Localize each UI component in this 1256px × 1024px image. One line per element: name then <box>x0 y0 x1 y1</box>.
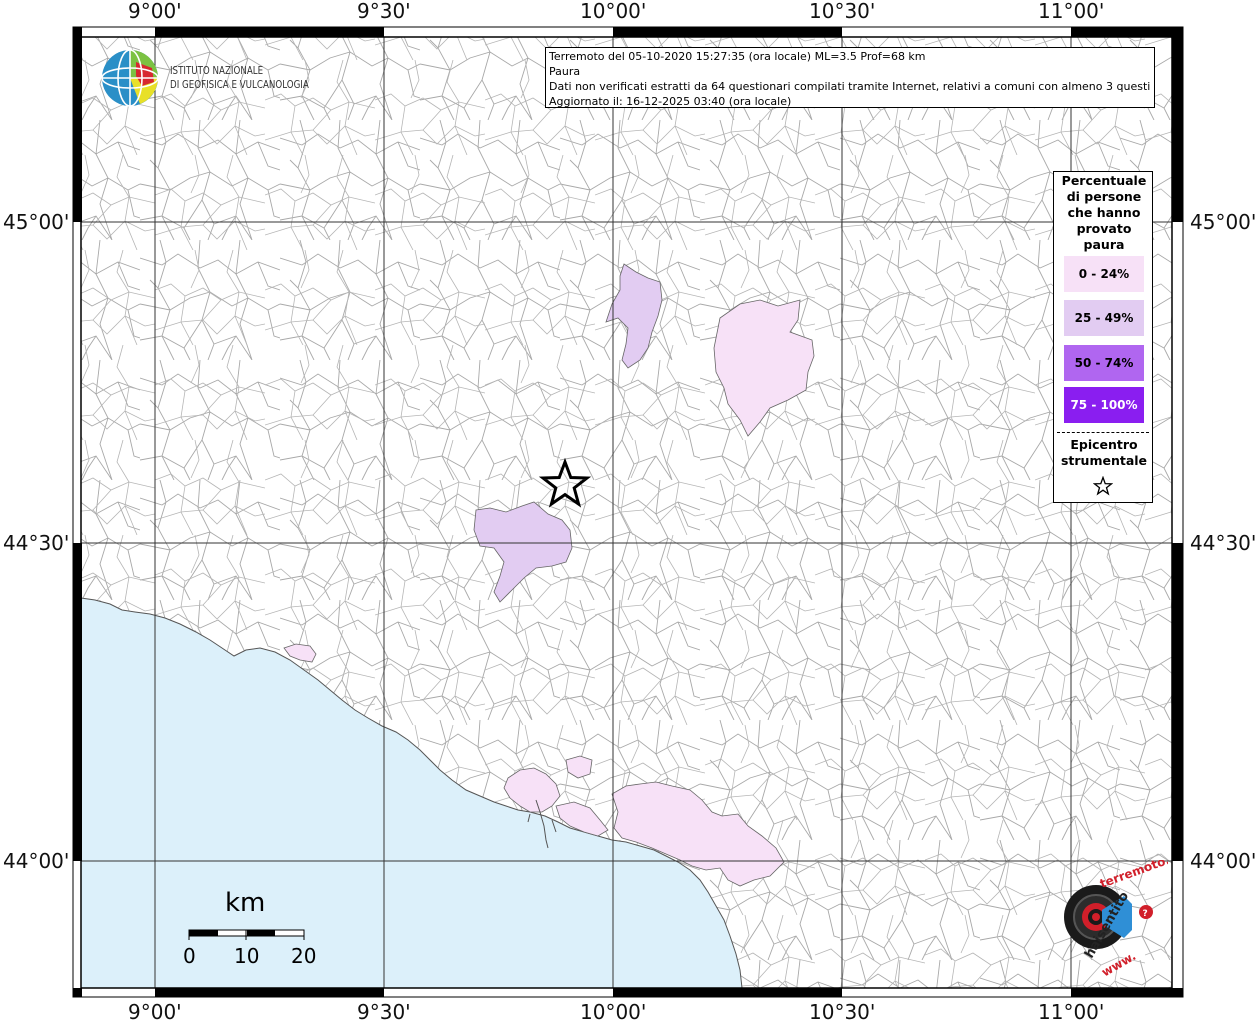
lat-label-left-1: 45°00' <box>3 210 70 234</box>
lat-label-left-3: 44°00' <box>3 849 70 873</box>
legend-title-line: provato <box>1076 221 1132 236</box>
lat-label-right-2: 44°30' <box>1190 531 1256 555</box>
ingv-logo: ISTITUTO NAZIONALE DI GEOFISICA E VULCAN… <box>100 48 330 108</box>
scale-tick-0: 0 <box>183 944 196 968</box>
svg-text:www.: www. <box>1099 949 1138 980</box>
update-timestamp: Aggiornato il: 16-12-2025 03:40 (ora loc… <box>549 95 792 108</box>
legend-title: Percentuale di persone che hanno provato… <box>1054 173 1154 253</box>
legend: Percentuale di persone che hanno provato… <box>1053 171 1153 503</box>
legend-epicenter-line: Epicentro <box>1070 437 1138 452</box>
legend-epicenter-label: Epicentro strumentale <box>1054 437 1154 469</box>
lon-label-top-2: 9°30' <box>357 0 411 23</box>
ingv-logo-line2: DI GEOFISICA E VULCANOLOGIA <box>170 79 309 91</box>
svg-text:?: ? <box>1143 909 1148 919</box>
lon-label-top-4: 10°30' <box>809 0 876 23</box>
ingv-logo-line1: ISTITUTO NAZIONALE <box>170 65 264 77</box>
scale-tick-10: 10 <box>234 944 260 968</box>
lon-label-bottom-3: 10°00' <box>580 1000 647 1024</box>
legend-swatch-0-24: 0 - 24% <box>1064 256 1144 292</box>
legend-epicenter-line: strumentale <box>1060 453 1148 468</box>
haisentito-logo: ? haisentito terremoto.it www. <box>1038 849 1181 980</box>
legend-title-line: Percentuale <box>1061 173 1147 188</box>
lon-label-bottom-2: 9°30' <box>357 1000 411 1024</box>
legend-swatch-25-49: 25 - 49% <box>1064 300 1144 336</box>
legend-star-icon <box>1093 476 1113 496</box>
lat-label-right-3: 44°00' <box>1190 849 1256 873</box>
legend-swatch-75-100: 75 - 100% <box>1064 387 1144 423</box>
legend-title-line: paura <box>1083 237 1125 252</box>
lon-label-bottom-4: 10°30' <box>809 1000 876 1024</box>
ingv-globe-icon <box>101 49 159 107</box>
lon-label-bottom-1: 9°00' <box>128 1000 182 1024</box>
event-summary: Terremoto del 05-10-2020 15:27:35 (ora l… <box>549 50 926 63</box>
lon-label-top-3: 10°00' <box>580 0 647 23</box>
data-disclaimer: Dati non verificati estratti da 64 quest… <box>549 80 1151 93</box>
scale-tick-20: 20 <box>291 944 317 968</box>
haisentito-logo-icon: ? haisentito terremoto.it www. <box>1064 849 1181 980</box>
event-info-box: Terremoto del 05-10-2020 15:27:35 (ora l… <box>545 47 1155 108</box>
legend-title-line: che hanno <box>1067 205 1141 220</box>
scale-bar-graphic <box>188 929 305 940</box>
scale-unit: km <box>225 888 266 918</box>
lon-label-bottom-5: 11°00' <box>1038 1000 1105 1024</box>
map-parameter: Paura <box>549 65 581 78</box>
lon-label-top-1: 9°00' <box>128 0 182 23</box>
lat-label-right-1: 45°00' <box>1190 210 1256 234</box>
svg-text:terremoto.it: terremoto.it <box>1098 860 1168 891</box>
scale-bar: km 0 10 20 <box>170 888 340 978</box>
lon-label-top-5: 11°00' <box>1038 0 1105 23</box>
legend-separator <box>1057 432 1149 433</box>
lat-label-left-2: 44°30' <box>3 531 70 555</box>
legend-swatch-50-74: 50 - 74% <box>1064 345 1144 381</box>
legend-title-line: di persone <box>1066 189 1142 204</box>
